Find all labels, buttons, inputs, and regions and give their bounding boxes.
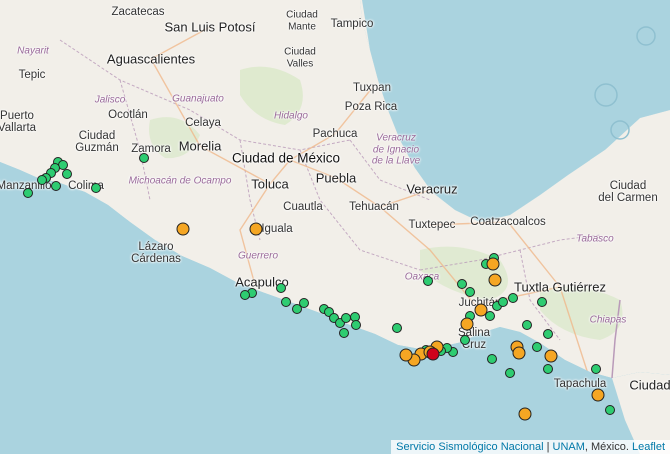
earthquake-marker-small[interactable] <box>139 153 149 163</box>
earthquake-marker-medium[interactable] <box>544 349 558 363</box>
earthquake-marker-small[interactable] <box>465 287 475 297</box>
earthquake-marker-medium[interactable] <box>488 273 502 287</box>
earthquake-marker-small[interactable] <box>339 328 349 338</box>
earthquake-marker-small[interactable] <box>543 364 553 374</box>
earthquake-marker-small[interactable] <box>460 335 470 345</box>
earthquake-marker-small[interactable] <box>91 183 101 193</box>
earthquake-marker-small[interactable] <box>51 181 61 191</box>
earthquake-marker-small[interactable] <box>276 283 286 293</box>
earthquake-marker-small[interactable] <box>240 290 250 300</box>
attribution-org-link[interactable]: UNAM <box>553 441 585 453</box>
map-view[interactable]: Zacatecas San Luis Potosí Ciudad Mante Tampi… <box>0 0 670 454</box>
earthquake-marker-small[interactable] <box>508 293 518 303</box>
earthquake-marker-small[interactable] <box>351 320 361 330</box>
earthquake-marker-small[interactable] <box>537 297 547 307</box>
earthquake-marker-medium[interactable] <box>512 346 526 360</box>
earthquake-marker-small[interactable] <box>281 297 291 307</box>
earthquake-marker-small[interactable] <box>591 364 601 374</box>
earthquake-marker-small[interactable] <box>392 323 402 333</box>
earthquake-marker-medium[interactable] <box>460 317 474 331</box>
earthquake-marker-small[interactable] <box>505 368 515 378</box>
earthquake-marker-medium[interactable] <box>591 388 605 402</box>
earthquake-marker-medium[interactable] <box>518 407 532 421</box>
earthquake-marker-small[interactable] <box>487 354 497 364</box>
earthquake-marker-small[interactable] <box>23 188 33 198</box>
earthquake-marker-medium[interactable] <box>399 348 413 362</box>
earthquake-marker-small[interactable] <box>498 297 508 307</box>
earthquake-marker-small[interactable] <box>62 169 72 179</box>
earthquake-marker-small[interactable] <box>485 311 495 321</box>
earthquake-marker-strong[interactable] <box>426 347 440 361</box>
attribution-leaflet-link[interactable]: Leaflet <box>632 441 665 453</box>
earthquake-marker-medium[interactable] <box>486 257 500 271</box>
earthquake-marker-medium[interactable] <box>249 222 263 236</box>
earthquake-marker-small[interactable] <box>543 329 553 339</box>
earthquake-marker-small[interactable] <box>423 276 433 286</box>
basemap[interactable] <box>0 0 670 454</box>
earthquake-marker-medium[interactable] <box>176 222 190 236</box>
attribution-place: , México. <box>584 441 632 453</box>
earthquake-marker-small[interactable] <box>532 342 542 352</box>
earthquake-marker-small[interactable] <box>605 405 615 415</box>
attribution-bar: Servicio Sismológico Nacional | UNAM, Mé… <box>391 440 670 454</box>
earthquake-marker-small[interactable] <box>522 320 532 330</box>
earthquake-marker-small[interactable] <box>37 175 47 185</box>
attribution-source-link[interactable]: Servicio Sismológico Nacional <box>396 441 543 453</box>
attribution-separator: | <box>543 441 553 453</box>
earthquake-marker-small[interactable] <box>292 304 302 314</box>
